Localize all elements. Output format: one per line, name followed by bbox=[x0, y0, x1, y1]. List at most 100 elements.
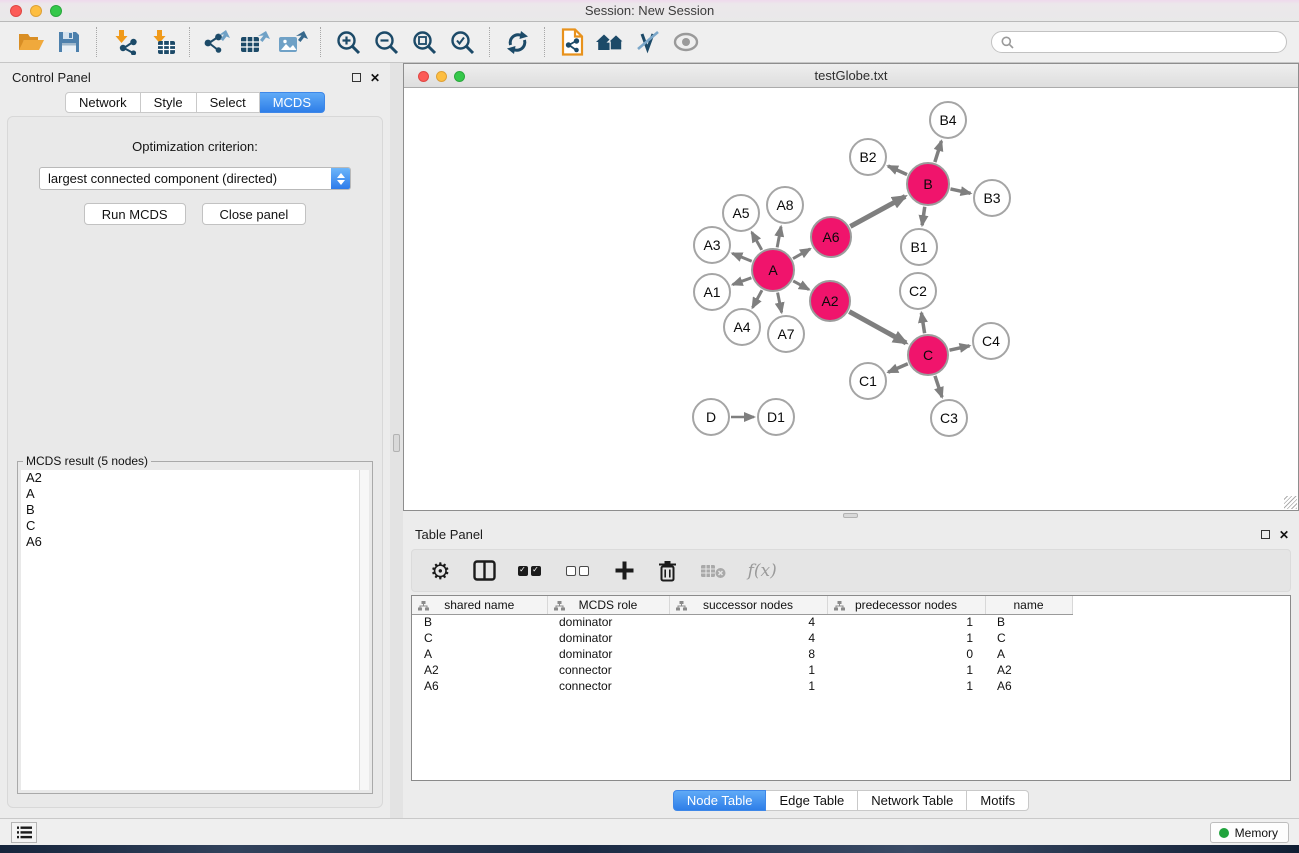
graph-node-A7[interactable]: A7 bbox=[767, 315, 805, 353]
table-row[interactable]: Cdominator 41 C bbox=[412, 630, 1072, 646]
close-panel-button[interactable]: Close panel bbox=[202, 203, 307, 225]
zoom-view-icon[interactable] bbox=[454, 71, 465, 82]
vertical-splitter[interactable] bbox=[390, 63, 403, 818]
graph-node-D[interactable]: D bbox=[692, 398, 730, 436]
graph-node-B2[interactable]: B2 bbox=[849, 138, 887, 176]
zoom-window-icon[interactable] bbox=[50, 5, 62, 17]
table-row[interactable]: A2connector 11 A2 bbox=[412, 662, 1072, 678]
graph-node-A1[interactable]: A1 bbox=[693, 273, 731, 311]
export-image-icon[interactable] bbox=[274, 26, 312, 58]
mcds-result-list[interactable]: A2 A B C A6 bbox=[21, 470, 369, 790]
network-from-file-icon[interactable] bbox=[553, 26, 591, 58]
control-panel-title: Control Panel bbox=[12, 70, 91, 85]
graph-node-A4[interactable]: A4 bbox=[723, 308, 761, 346]
tab-motifs[interactable]: Motifs bbox=[967, 790, 1029, 811]
graph-node-C3[interactable]: C3 bbox=[930, 399, 968, 437]
minimize-view-icon[interactable] bbox=[436, 71, 447, 82]
graph-node-A[interactable]: A bbox=[751, 248, 795, 292]
column-header-predecessor-nodes[interactable]: predecessor nodes bbox=[827, 596, 985, 614]
deselect-all-icon[interactable] bbox=[566, 558, 592, 584]
minimize-window-icon[interactable] bbox=[30, 5, 42, 17]
table-row[interactable]: Bdominator 41 B bbox=[412, 614, 1072, 630]
tab-select[interactable]: Select bbox=[197, 92, 260, 113]
gear-icon[interactable] bbox=[430, 558, 451, 584]
tab-mcds[interactable]: MCDS bbox=[260, 92, 325, 113]
zoom-in-icon[interactable] bbox=[329, 26, 367, 58]
tab-node-table[interactable]: Node Table bbox=[673, 790, 767, 811]
tab-style[interactable]: Style bbox=[141, 92, 197, 113]
toolbar-separator bbox=[96, 27, 97, 57]
import-table-icon[interactable] bbox=[143, 26, 181, 58]
import-network-icon[interactable] bbox=[105, 26, 143, 58]
save-session-icon[interactable] bbox=[50, 26, 88, 58]
graph-node-A3[interactable]: A3 bbox=[693, 226, 731, 264]
table-row[interactable]: Adominator 80 A bbox=[412, 646, 1072, 662]
list-item[interactable]: A2 bbox=[21, 470, 369, 486]
float-panel-icon[interactable] bbox=[1261, 530, 1270, 539]
hide-details-icon[interactable] bbox=[629, 26, 667, 58]
graph-node-A2[interactable]: A2 bbox=[809, 280, 851, 322]
export-network-icon[interactable] bbox=[198, 26, 236, 58]
graph-node-A6[interactable]: A6 bbox=[810, 216, 852, 258]
split-columns-icon[interactable] bbox=[473, 558, 496, 584]
list-item[interactable]: A6 bbox=[21, 534, 369, 550]
criterion-selected-value: largest connected component (directed) bbox=[40, 171, 331, 186]
graph-node-B4[interactable]: B4 bbox=[929, 101, 967, 139]
graph-node-A8[interactable]: A8 bbox=[766, 186, 804, 224]
graph-node-C2[interactable]: C2 bbox=[899, 272, 937, 310]
open-session-icon[interactable] bbox=[12, 26, 50, 58]
column-header-shared-name[interactable]: shared name bbox=[412, 596, 547, 614]
close-panel-icon[interactable] bbox=[1279, 527, 1289, 542]
shared-column-icon bbox=[676, 600, 687, 614]
close-view-icon[interactable] bbox=[418, 71, 429, 82]
zoom-out-icon[interactable] bbox=[367, 26, 405, 58]
column-header-mcds-role[interactable]: MCDS role bbox=[547, 596, 669, 614]
tab-network[interactable]: Network bbox=[65, 92, 141, 113]
delete-icon[interactable] bbox=[657, 558, 678, 584]
task-history-button[interactable] bbox=[11, 822, 37, 843]
tab-edge-table[interactable]: Edge Table bbox=[766, 790, 858, 811]
graph-node-C[interactable]: C bbox=[907, 334, 949, 376]
graph-node-D1[interactable]: D1 bbox=[757, 398, 795, 436]
table-row[interactable]: A6connector 11 A6 bbox=[412, 678, 1072, 694]
select-stepper-icon bbox=[331, 168, 350, 189]
splitter-handle[interactable] bbox=[843, 513, 858, 518]
graph-node-B1[interactable]: B1 bbox=[900, 228, 938, 266]
float-panel-icon[interactable] bbox=[352, 73, 361, 82]
list-item[interactable]: B bbox=[21, 502, 369, 518]
network-canvas[interactable]: A5A8 A3 A1A4A7 A A6 A2 B B2 B4 B3 B1 C C2 C4 C1 C3 D D1 bbox=[404, 88, 1298, 510]
close-window-icon[interactable] bbox=[10, 5, 22, 17]
list-item[interactable]: C bbox=[21, 518, 369, 534]
graph-node-C1[interactable]: C1 bbox=[849, 362, 887, 400]
add-column-icon[interactable] bbox=[614, 558, 635, 584]
desktop-wallpaper bbox=[0, 845, 1299, 853]
memory-button[interactable]: Memory bbox=[1210, 822, 1289, 843]
first-neighbors-icon[interactable] bbox=[591, 26, 629, 58]
tab-network-table[interactable]: Network Table bbox=[858, 790, 967, 811]
toolbar-separator bbox=[489, 27, 490, 57]
list-item[interactable]: A bbox=[21, 486, 369, 502]
show-details-icon bbox=[667, 26, 705, 58]
zoom-selected-icon[interactable] bbox=[443, 26, 481, 58]
close-panel-icon[interactable] bbox=[370, 70, 380, 85]
criterion-select[interactable]: largest connected component (directed) bbox=[39, 167, 351, 190]
select-all-icon[interactable] bbox=[518, 558, 544, 584]
run-mcds-button[interactable]: Run MCDS bbox=[84, 203, 186, 225]
graph-node-B[interactable]: B bbox=[906, 162, 950, 206]
splitter-handle[interactable] bbox=[393, 434, 400, 452]
graph-node-A5[interactable]: A5 bbox=[722, 194, 760, 232]
resize-grip-icon[interactable] bbox=[1284, 496, 1297, 509]
search-icon bbox=[1001, 36, 1014, 49]
export-table-icon[interactable] bbox=[236, 26, 274, 58]
graph-node-C4[interactable]: C4 bbox=[972, 322, 1010, 360]
search-input[interactable] bbox=[1019, 35, 1277, 49]
network-window-titlebar[interactable]: testGlobe.txt bbox=[404, 64, 1298, 88]
zoom-fit-icon[interactable] bbox=[405, 26, 443, 58]
shared-column-icon bbox=[418, 600, 429, 614]
scrollbar[interactable] bbox=[359, 470, 369, 790]
graph-node-B3[interactable]: B3 bbox=[973, 179, 1011, 217]
refresh-icon[interactable] bbox=[498, 26, 536, 58]
horizontal-splitter[interactable] bbox=[403, 511, 1299, 520]
column-header-successor-nodes[interactable]: successor nodes bbox=[669, 596, 827, 614]
column-header-name[interactable]: name bbox=[985, 596, 1072, 614]
